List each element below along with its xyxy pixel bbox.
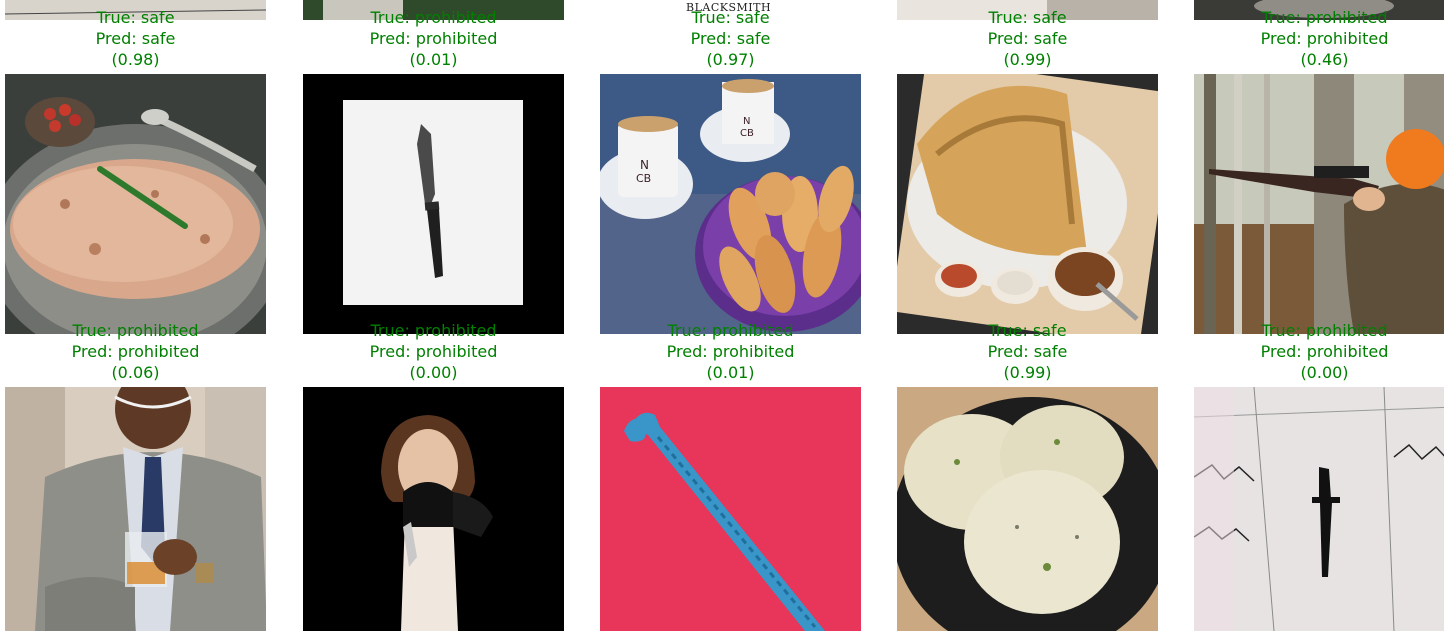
true-label: True: prohibited — [667, 321, 794, 340]
image-idli — [897, 387, 1158, 631]
true-label: True: prohibited — [1261, 321, 1388, 340]
image-blue-rod — [600, 387, 861, 631]
true-label: True: safe — [988, 8, 1067, 27]
svg-text:N: N — [640, 158, 649, 172]
score-label: (0.99) — [1003, 363, 1052, 382]
score-label: (0.00) — [1300, 363, 1349, 382]
pred-label: Pred: prohibited — [71, 342, 200, 361]
prediction-grid: BLACKSMITH True: safe Pred: safe (0.98) … — [0, 0, 1444, 631]
pred-label: Pred: safe — [987, 29, 1068, 48]
image-hunter-rifle — [1194, 74, 1444, 334]
pred-label: Pred: prohibited — [369, 29, 498, 48]
caption-r2c2: True: prohibited Pred: prohibited (0.00) — [303, 320, 564, 383]
svg-text:CB: CB — [636, 172, 651, 185]
pred-label: Pred: prohibited — [1260, 29, 1389, 48]
caption-r2c1: True: prohibited Pred: prohibited (0.06) — [5, 320, 266, 383]
score-label: (0.98) — [111, 50, 160, 69]
pred-label: Pred: safe — [987, 342, 1068, 361]
score-label: (0.97) — [706, 50, 755, 69]
caption-r2c5: True: prohibited Pred: prohibited (0.00) — [1194, 320, 1444, 383]
caption-r1c2: True: prohibited Pred: prohibited (0.01) — [303, 7, 564, 70]
caption-r1c1: True: safe Pred: safe (0.98) — [5, 7, 266, 70]
pred-label: Pred: prohibited — [1260, 342, 1389, 361]
pred-label: Pred: prohibited — [666, 342, 795, 361]
true-label: True: prohibited — [370, 321, 497, 340]
caption-r2c4: True: safe Pred: safe (0.99) — [897, 320, 1158, 383]
true-label: True: safe — [96, 8, 175, 27]
caption-r1c5: True: prohibited Pred: prohibited (0.46) — [1194, 7, 1444, 70]
image-woman-gloves — [303, 387, 564, 631]
score-label: (0.99) — [1003, 50, 1052, 69]
image-dosa — [897, 74, 1158, 334]
score-label: (0.06) — [111, 363, 160, 382]
caption-r1c4: True: safe Pred: safe (0.99) — [897, 7, 1158, 70]
score-label: (0.46) — [1300, 50, 1349, 69]
image-tea-biscuits: N CB N CB — [600, 74, 861, 334]
true-label: True: prohibited — [1261, 8, 1388, 27]
pred-label: Pred: prohibited — [369, 342, 498, 361]
image-man-drink — [5, 387, 266, 631]
image-flatbread — [5, 74, 266, 334]
true-label: True: prohibited — [72, 321, 199, 340]
pred-label: Pred: safe — [95, 29, 176, 48]
true-label: True: safe — [691, 8, 770, 27]
svg-text:CB: CB — [740, 128, 754, 139]
caption-r2c3: True: prohibited Pred: prohibited (0.01) — [600, 320, 861, 383]
score-label: (0.01) — [706, 363, 755, 382]
pred-label: Pred: safe — [690, 29, 771, 48]
svg-text:N: N — [743, 116, 750, 127]
true-label: True: prohibited — [370, 8, 497, 27]
image-knife-sketch — [1194, 387, 1444, 631]
score-label: (0.01) — [409, 50, 458, 69]
caption-r1c3: True: safe Pred: safe (0.97) — [600, 7, 861, 70]
image-knife-white — [303, 74, 564, 334]
true-label: True: safe — [988, 321, 1067, 340]
score-label: (0.00) — [409, 363, 458, 382]
